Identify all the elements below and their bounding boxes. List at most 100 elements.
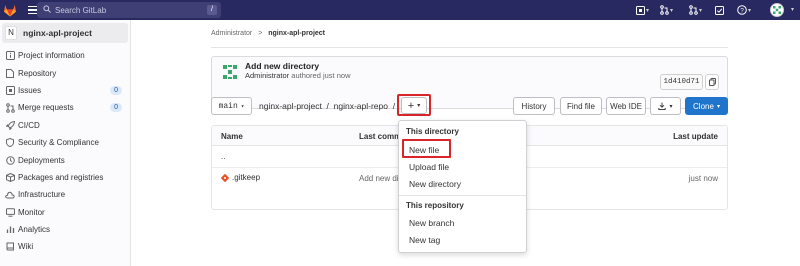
dropdown-section-this-repository: This repository xyxy=(406,201,464,210)
todo-icon[interactable] xyxy=(715,3,724,17)
sidebar-item-label: Deployments xyxy=(18,155,65,165)
deployments-icon xyxy=(5,155,15,165)
top-navbar: Search GitLab / ▾ ▾ ▾ ? ▾ ▾ xyxy=(0,0,800,20)
add-menu-button[interactable]: + ▾ xyxy=(401,97,427,114)
sidebar-item-label: Analytics xyxy=(18,225,51,235)
sidebar-item-label: Project information xyxy=(18,51,85,61)
user-avatar[interactable] xyxy=(770,3,784,17)
chevron-down-icon: ▾ xyxy=(716,103,720,110)
info-icon xyxy=(5,51,15,61)
shield-icon xyxy=(5,138,15,148)
search-shortcut-hint: / xyxy=(207,5,217,15)
issues-icon xyxy=(5,85,15,95)
rocket-icon xyxy=(5,120,15,130)
commit-title[interactable]: Add new directory xyxy=(245,61,319,71)
breadcrumb-separator: > xyxy=(258,30,263,37)
sidebar-item-security-compliance[interactable]: Security & Compliance xyxy=(0,134,130,151)
file-name: .gitkeep xyxy=(232,173,261,182)
sidebar-item-label: Packages and registries xyxy=(18,172,104,182)
count-badge: 0 xyxy=(110,85,122,95)
sidebar-item-label: Infrastructure xyxy=(18,190,66,200)
chevron-down-icon: ▾ xyxy=(417,103,421,109)
chevron-down-icon: ▾ xyxy=(240,102,245,110)
monitor-icon xyxy=(5,207,15,217)
author-avatar xyxy=(220,62,240,82)
find-file-button[interactable]: Find file xyxy=(560,97,602,115)
web-ide-button[interactable]: Web IDE xyxy=(606,97,646,115)
sidebar-item-label: Issues xyxy=(18,85,42,95)
column-header-name: Name xyxy=(221,132,243,141)
clone-button[interactable]: Clone ▾ xyxy=(685,97,728,115)
search-placeholder: Search GitLab xyxy=(55,5,107,15)
chevron-down-icon: ▾ xyxy=(699,7,703,14)
new-tag-menu-item[interactable]: New tag xyxy=(409,235,440,245)
merge-request-icon xyxy=(5,103,15,113)
commit-sha[interactable]: 1d410d71 xyxy=(660,74,703,90)
file-name[interactable]: .. xyxy=(221,152,225,161)
chevron-down-icon: ▾ xyxy=(669,103,673,110)
copy-icon[interactable] xyxy=(705,74,719,90)
commit-author[interactable]: Administrator xyxy=(245,71,289,80)
chevron-down-icon[interactable]: ▾ xyxy=(791,6,794,13)
sidebar-item-analytics[interactable]: Analytics xyxy=(0,221,130,238)
merge-request-icon[interactable]: ▾ xyxy=(660,3,673,17)
add-button-highlight: + ▾ xyxy=(397,94,431,116)
chart-icon xyxy=(5,225,15,235)
commit-action: authored just now xyxy=(291,71,351,80)
new-directory-menu-item[interactable]: New directory xyxy=(409,179,461,189)
new-branch-menu-item[interactable]: New branch xyxy=(409,218,454,228)
file-name-cell[interactable]: .gitkeep xyxy=(221,173,260,182)
plus-icon: + xyxy=(407,99,415,112)
download-icon xyxy=(658,102,667,110)
repo-path[interactable]: nginx-apl-project / nginx-apl-repo / xyxy=(259,101,395,111)
sidebar-item-issues[interactable]: Issues 0 xyxy=(0,82,130,99)
sidebar-item-label: CI/CD xyxy=(18,120,40,130)
chevron-down-icon: ▾ xyxy=(670,7,674,14)
search-input[interactable]: Search GitLab / xyxy=(37,2,221,18)
book-icon xyxy=(5,242,15,252)
gitlab-logo[interactable] xyxy=(0,0,20,20)
project-avatar: N xyxy=(5,26,17,40)
help-icon[interactable]: ? ▾ xyxy=(737,3,751,17)
cloud-icon xyxy=(5,190,15,200)
branch-selector[interactable]: main ▾ xyxy=(211,97,252,115)
sidebar-item-repository[interactable]: Repository xyxy=(0,64,130,81)
count-badge: 0 xyxy=(110,103,122,113)
project-name: nginx-apl-project xyxy=(23,28,92,38)
branch-name: main xyxy=(218,101,238,111)
sidebar-item-project-information[interactable]: Project information xyxy=(0,47,130,64)
commit-meta: Administrator authored just now xyxy=(245,71,351,80)
package-icon xyxy=(5,172,15,182)
doc-icon xyxy=(5,68,15,78)
issues-icon[interactable]: ▾ xyxy=(636,3,649,17)
sidebar-item-merge-requests[interactable]: Merge requests 0 xyxy=(0,99,130,116)
divider xyxy=(211,47,728,48)
sidebar-item-monitor[interactable]: Monitor xyxy=(0,204,130,221)
sidebar-item-wiki[interactable]: Wiki xyxy=(0,238,130,255)
merge-requests-icon[interactable]: ▾ xyxy=(689,3,702,17)
upload-file-menu-item[interactable]: Upload file xyxy=(409,162,449,172)
sidebar-item-deployments[interactable]: Deployments xyxy=(0,151,130,168)
commit-sha-group: 1d410d71 xyxy=(637,73,727,93)
breadcrumb-current[interactable]: nginx-apl-project xyxy=(268,30,325,37)
sidebar-item-packages-registries[interactable]: Packages and registries xyxy=(0,169,130,186)
sidebar-item-label: Repository xyxy=(18,68,57,78)
history-button[interactable]: History xyxy=(513,97,555,115)
svg-text:?: ? xyxy=(740,7,744,14)
search-icon xyxy=(43,5,51,15)
sidebar-item-label: Wiki xyxy=(18,242,34,252)
sidebar-item-label: Security & Compliance xyxy=(18,138,99,148)
sidebar-project-header[interactable]: N nginx-apl-project xyxy=(2,23,128,43)
breadcrumb-root[interactable]: Administrator xyxy=(211,30,252,37)
chevron-down-icon: ▾ xyxy=(748,7,752,14)
sidebar-item-label: Monitor xyxy=(18,207,45,217)
sidebar-item-infrastructure[interactable]: Infrastructure xyxy=(0,186,130,203)
sidebar-item-label: Merge requests xyxy=(18,103,74,113)
download-button[interactable]: ▾ xyxy=(650,97,681,115)
sidebar: N nginx-apl-project Project information … xyxy=(0,20,131,266)
sidebar-item-cicd[interactable]: CI/CD xyxy=(0,117,130,134)
new-file-highlight xyxy=(402,139,451,158)
breadcrumb: Administrator > nginx-apl-project xyxy=(211,30,325,37)
file-last-update: just now xyxy=(688,174,718,183)
column-header-last-update: Last update xyxy=(673,132,718,141)
